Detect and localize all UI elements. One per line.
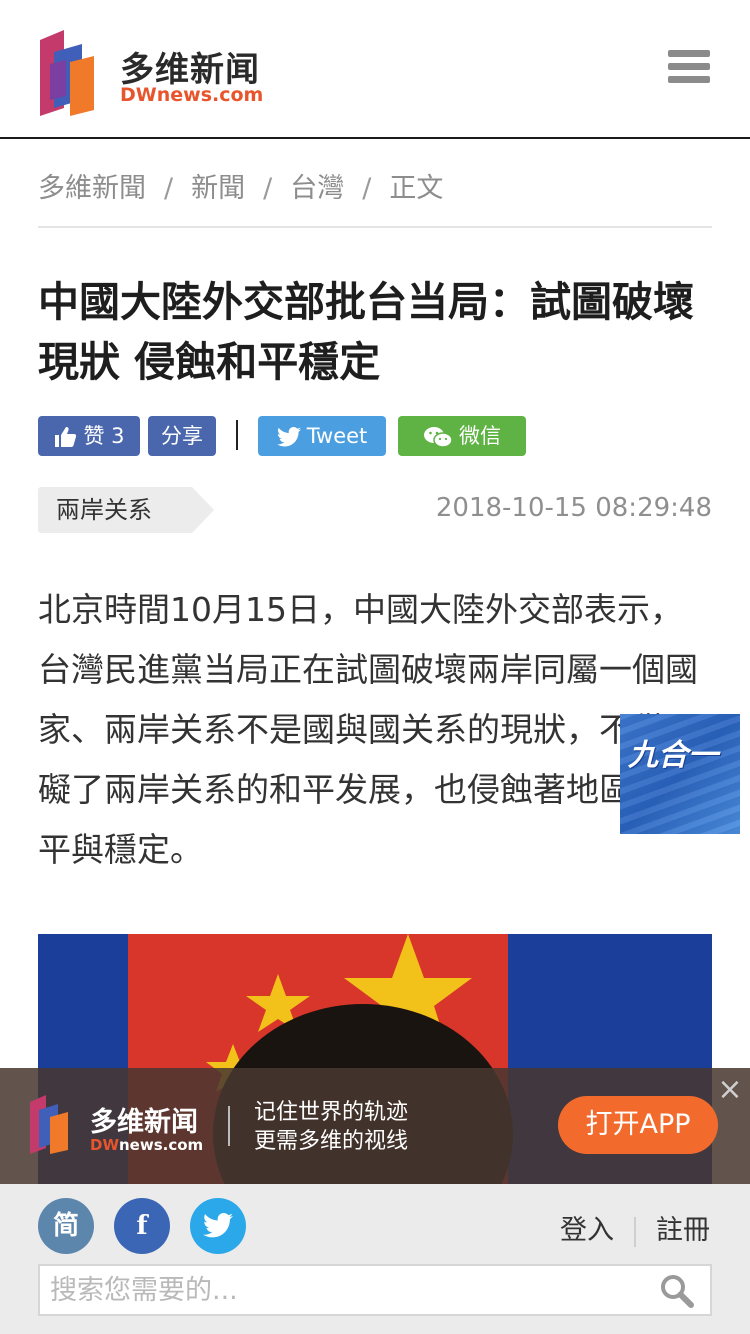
- tweet-button[interactable]: Tweet: [258, 416, 386, 456]
- register-link[interactable]: 註冊: [656, 1215, 710, 1246]
- simplified-chinese-button[interactable]: 简: [38, 1198, 94, 1254]
- breadcrumb-separator: /: [362, 173, 372, 204]
- auth-links: 登入 註冊: [560, 1208, 710, 1247]
- breadcrumb: 多維新聞 / 新聞 / 台灣 / 正文: [38, 166, 712, 228]
- tag-arrow-shape: [192, 487, 214, 533]
- login-link[interactable]: 登入: [560, 1215, 614, 1246]
- share-toolbar: 赞 3 分享 Tweet 微信: [38, 416, 718, 456]
- search-icon[interactable]: [658, 1272, 696, 1310]
- floating-ad-text: 九合一: [628, 738, 718, 773]
- site-logo[interactable]: 多维新闻 DWnews.com: [36, 26, 296, 118]
- share-button[interactable]: 分享: [148, 416, 216, 456]
- article-body: 北京時間10月15日，中國大陸外交部表示，台灣民進黨当局正在試圖破壞兩岸同屬一個…: [38, 590, 698, 869]
- category-tag[interactable]: 兩岸关系: [38, 487, 214, 533]
- logo-domain-dw: DW: [120, 84, 157, 106]
- app-slogan-line2: 更需多维的视线: [254, 1129, 409, 1154]
- twitter-bird-icon: [203, 1213, 233, 1238]
- breadcrumb-item-taiwan[interactable]: 台灣: [290, 173, 344, 204]
- auth-divider: [634, 1216, 636, 1247]
- facebook-icon[interactable]: f: [114, 1198, 170, 1254]
- breadcrumb-item-news[interactable]: 新聞: [191, 173, 245, 204]
- like-count: 3: [111, 424, 125, 448]
- site-footer: 简 f 登入 註冊: [0, 1184, 750, 1334]
- app-name: 多维新闻: [90, 1107, 198, 1138]
- app-banner-divider: [228, 1106, 230, 1146]
- search-box: [38, 1264, 712, 1316]
- wechat-button[interactable]: 微信: [398, 416, 526, 456]
- app-logo-icon: [30, 1095, 68, 1154]
- publish-datetime: 2018-10-15 08:29:48: [435, 493, 712, 523]
- like-label: 赞: [83, 424, 105, 448]
- search-input[interactable]: [40, 1266, 640, 1314]
- logo-domain-rest: news.com: [156, 84, 264, 106]
- logo-mark-icon: [40, 30, 94, 116]
- wechat-label: 微信: [459, 424, 501, 448]
- app-download-banner: 多维新闻 DWnews.com 记住世界的轨迹 更需多维的视线 打开APP: [0, 1068, 750, 1184]
- twitter-icon[interactable]: [190, 1198, 246, 1254]
- wechat-icon: [424, 427, 453, 448]
- floating-ad[interactable]: 九合一: [620, 714, 740, 834]
- hamburger-menu-icon[interactable]: [668, 50, 710, 86]
- tweet-label: Tweet: [306, 424, 368, 448]
- open-app-button[interactable]: 打开APP: [558, 1096, 718, 1154]
- breadcrumb-separator: /: [164, 173, 174, 204]
- breadcrumb-separator: /: [263, 173, 273, 204]
- breadcrumb-item-current: 正文: [389, 173, 444, 204]
- article-title: 中國大陸外交部批台当局：試圖破壞現狀 侵蝕和平穩定: [38, 278, 694, 386]
- twitter-bird-icon: [276, 427, 301, 447]
- site-header: 多维新闻 DWnews.com: [0, 0, 750, 139]
- category-tag-label: 兩岸关系: [38, 487, 192, 533]
- thumbs-up-icon: [55, 427, 77, 447]
- app-domain-dw: DW: [90, 1136, 119, 1154]
- logo-domain: DWnews.com: [120, 84, 263, 106]
- share-divider: [236, 420, 238, 450]
- app-domain-rest: news.com: [119, 1136, 204, 1154]
- breadcrumb-item-home[interactable]: 多維新聞: [38, 173, 146, 204]
- like-button[interactable]: 赞 3: [38, 416, 140, 456]
- app-slogan: 记住世界的轨迹 更需多维的视线: [254, 1098, 408, 1156]
- close-icon[interactable]: ×: [712, 1072, 748, 1108]
- app-domain: DWnews.com: [90, 1136, 203, 1154]
- app-slogan-line1: 记住世界的轨迹: [254, 1100, 409, 1125]
